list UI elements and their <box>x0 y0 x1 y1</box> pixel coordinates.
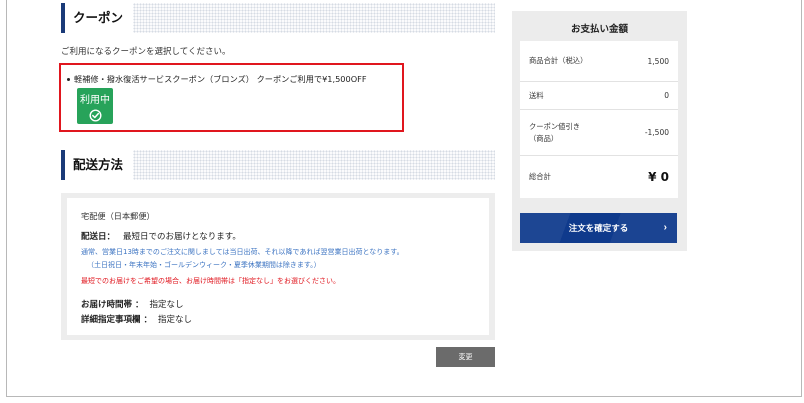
confirm-order-button[interactable]: 注文を確定する › <box>520 213 677 243</box>
coupon-selection-box: 軽補修・撥水復活サービスクーポン（ブロンズ） クーポンご利用で¥1,500OFF… <box>59 63 404 132</box>
total-amount: ¥ 0 <box>648 170 669 184</box>
confirm-order-label: 注文を確定する <box>568 223 629 233</box>
delivery-detail-label: 詳細指定事項欄 ： <box>81 315 152 325</box>
delivery-details: 宅配便（日本郵便） 配送日： 最短日でのお届けとなります。 通常、営業日13時まで… <box>67 198 489 335</box>
summary-row-total: 総合計 ¥ 0 <box>520 156 678 198</box>
delivery-time-value: 指定なし <box>149 300 184 310</box>
payment-summary-title: お支払い金額 <box>570 24 628 35</box>
delivery-panel: 宅配便（日本郵便） 配送日： 最短日でのお届けとなります。 通常、営業日13時まで… <box>61 193 495 340</box>
summary-row-value: -1,500 <box>644 128 669 137</box>
summary-row-label: 総合計 <box>529 172 551 181</box>
shortest-delivery-warning: 最短でのお届けをご希望の場合、お届け時間帯は「指定なし」をお選びください。 <box>81 277 340 285</box>
coupon-section-header: クーポン <box>61 3 495 33</box>
coupon-in-use-button[interactable]: 利用中 <box>77 88 113 124</box>
change-delivery-button[interactable]: 変更 <box>436 347 495 367</box>
shipping-note: 通常、営業日13時までのご注文に関しましては当日出荷、それ以降であれば翌営業日出… <box>81 248 404 256</box>
in-use-label: 利用中 <box>80 95 110 106</box>
chevron-right-icon: › <box>663 222 667 233</box>
summary-row-label: クーポン値引き（商品） <box>529 121 581 143</box>
delivery-section-header: 配送方法 <box>61 150 495 180</box>
summary-row-label: 送料 <box>529 90 544 100</box>
coupon-section-title: クーポン <box>65 3 134 33</box>
delivery-date: 配送日： 最短日でのお届けとなります。 <box>81 230 241 242</box>
summary-row-coupon-discount: クーポン値引き（商品） -1,500 <box>520 110 678 156</box>
payment-summary-rows: 商品合計（税込） 1,500 送料 0 クーポン値引き（商品） -1,500 総… <box>520 41 678 198</box>
summary-row-value: 0 <box>664 91 669 100</box>
summary-row-shipping: 送料 0 <box>520 82 678 110</box>
delivery-detail: 詳細指定事項欄 ： 指定なし <box>81 313 192 325</box>
check-circle-icon <box>88 107 102 126</box>
delivery-date-value: 最短日でのお届けとなります。 <box>123 232 241 242</box>
coupon-item-text: 軽補修・撥水復活サービスクーポン（ブロンズ） クーポンご利用で¥1,500OFF <box>74 74 367 84</box>
coupon-list-item[interactable]: 軽補修・撥水復活サービスクーポン（ブロンズ） クーポンご利用で¥1,500OFF <box>67 73 367 85</box>
payment-summary-panel: お支払い金額 商品合計（税込） 1,500 送料 0 クーポン値引き（商品） -… <box>512 11 687 251</box>
delivery-time: お届け時間帯 ： 指定なし <box>81 298 183 310</box>
holiday-note: （土日祝日・年末年始・ゴールデンウィーク・夏季休業期間は除きます。） <box>87 261 321 269</box>
summary-row-subtotal: 商品合計（税込） 1,500 <box>520 41 678 82</box>
summary-row-label: 商品合計（税込） <box>529 56 588 65</box>
delivery-detail-value: 指定なし <box>157 315 192 325</box>
delivery-method: 宅配便（日本郵便） <box>81 211 155 221</box>
coupon-instructions: ご利用になるクーポンを選択してください。 <box>61 47 231 57</box>
summary-row-value: 1,500 <box>647 56 669 66</box>
delivery-time-label: お届け時間帯 ： <box>81 300 144 310</box>
bullet-icon <box>67 77 70 81</box>
delivery-section-title: 配送方法 <box>65 150 134 180</box>
delivery-date-label: 配送日： <box>81 232 116 242</box>
